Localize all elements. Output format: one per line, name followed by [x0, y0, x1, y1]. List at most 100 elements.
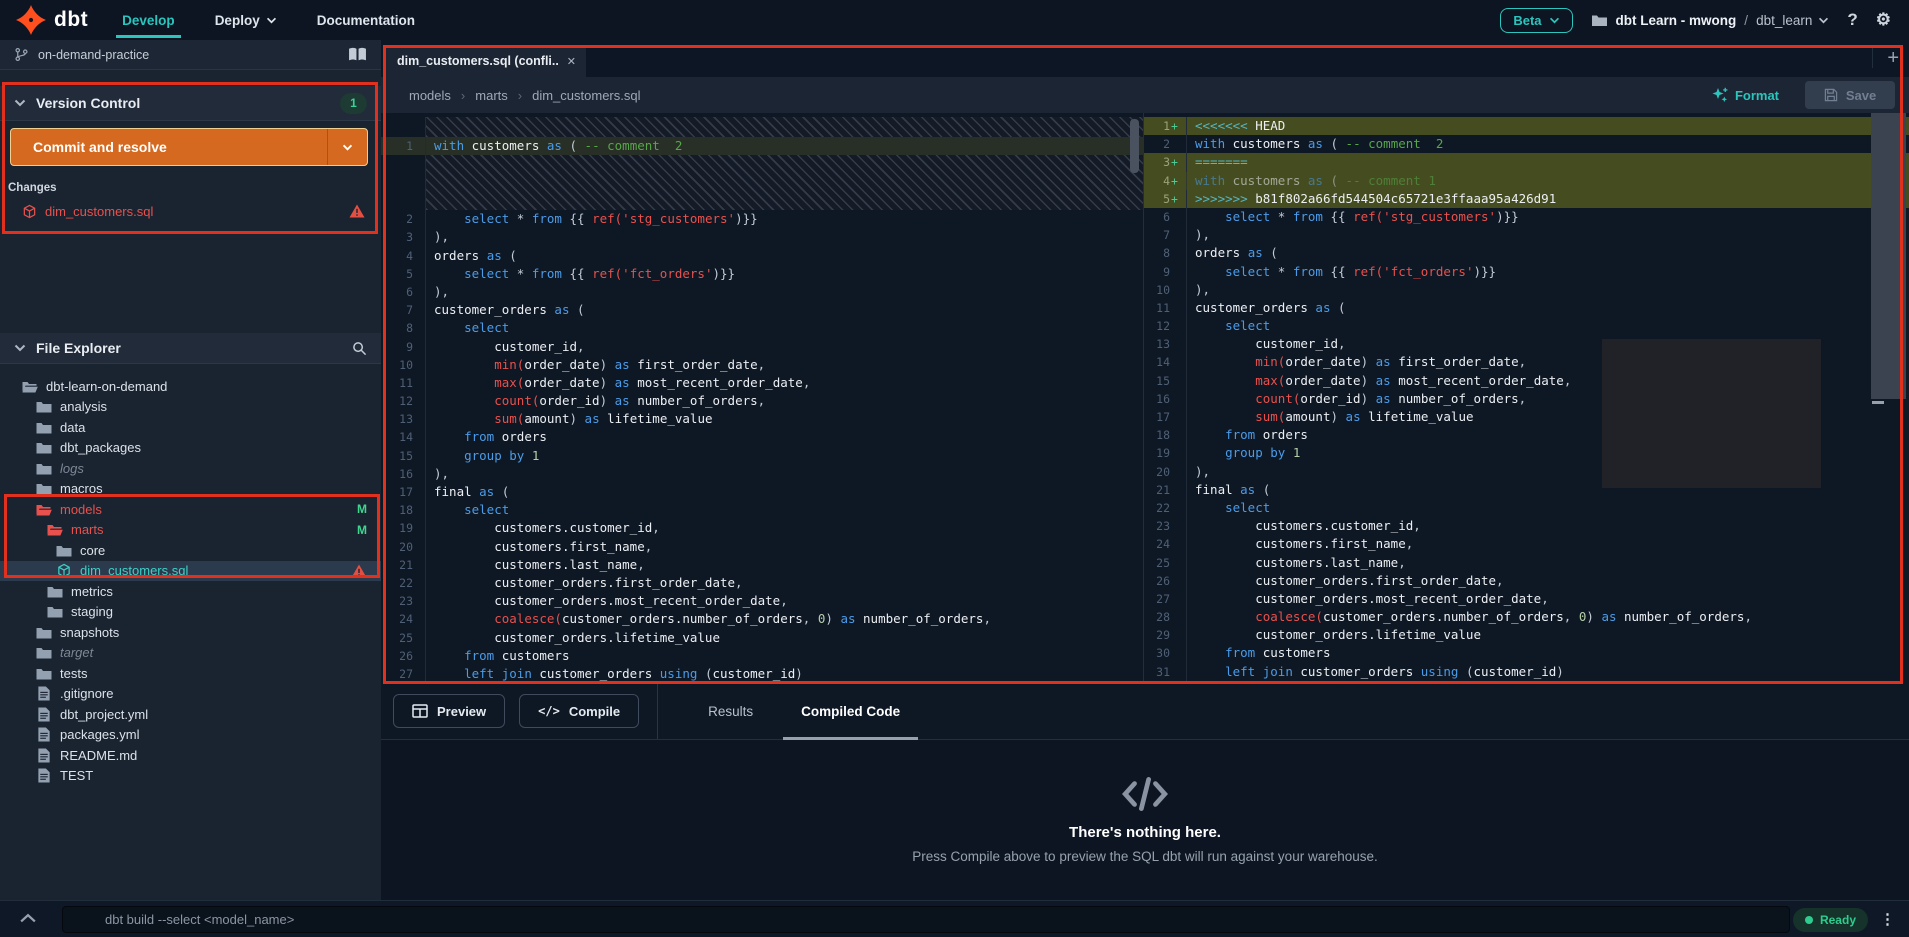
- tree-item-dbt-packages[interactable]: dbt_packages: [0, 438, 381, 459]
- editor-left-pane[interactable]: 1 with customers as ( -- comment 2 2 selec…: [381, 113, 1143, 683]
- tree-item-test[interactable]: TEST: [0, 766, 381, 787]
- editor-tab-dim-customers[interactable]: dim_customers.sql (confli... ✕: [384, 45, 586, 77]
- code-line-2[interactable]: 2 select * from {{ ref('stg_customers')}…: [381, 210, 1143, 229]
- commit-options-caret[interactable]: [327, 129, 367, 165]
- code-line-3[interactable]: 3),: [381, 228, 1143, 247]
- tree-item-analysis[interactable]: analysis: [0, 397, 381, 418]
- version-control-header[interactable]: Version Control 1: [0, 86, 381, 120]
- code-line-7[interactable]: 7 customer_orders as (: [381, 301, 1143, 320]
- tree-item-snapshots[interactable]: snapshots: [0, 622, 381, 643]
- dbt-logo[interactable]: dbt: [0, 5, 102, 35]
- code-line-20[interactable]: 20 customers.first_name,: [381, 537, 1143, 556]
- code-line-15[interactable]: 15 group by 1: [381, 446, 1143, 465]
- tree-item-core[interactable]: core: [0, 540, 381, 561]
- changed-file-row[interactable]: dim_customers.sql: [0, 200, 381, 222]
- breadcrumb-file[interactable]: dim_customers.sql: [532, 88, 640, 103]
- code-line-30[interactable]: 30 from customers: [1144, 644, 1909, 663]
- environment-selector[interactable]: dbt_learn: [1756, 13, 1829, 28]
- code-line-9[interactable]: 9 customer_id,: [381, 337, 1143, 356]
- nav-deploy[interactable]: Deploy: [195, 0, 297, 40]
- tree-item-dbt-project-yml[interactable]: dbt_project.yml: [0, 704, 381, 725]
- tree-item-dbt-learn-on-demand[interactable]: dbt-learn-on-demand: [0, 376, 381, 397]
- code-line-10[interactable]: 10 min(order_date) as first_order_date,: [381, 355, 1143, 374]
- code-line-16[interactable]: 16),: [381, 464, 1143, 483]
- help-button[interactable]: ?: [1847, 10, 1857, 30]
- code-line-22[interactable]: 22 select: [1144, 498, 1909, 518]
- tree-item-macros[interactable]: macros: [0, 479, 381, 500]
- git-branch-row[interactable]: on-demand-practice: [0, 40, 381, 70]
- code-line-24[interactable]: 24 coalesce(customer_orders.number_of_or…: [381, 610, 1143, 629]
- tree-item--gitignore[interactable]: .gitignore: [0, 684, 381, 705]
- tree-item-packages-yml[interactable]: packages.yml: [0, 725, 381, 746]
- code-line-14[interactable]: 14 from orders: [381, 428, 1143, 447]
- code-line-4[interactable]: 4 + with customers as ( -- comment 1: [1144, 171, 1909, 190]
- command-input[interactable]: [62, 906, 1790, 933]
- code-line-19[interactable]: 19 customers.customer_id,: [381, 519, 1143, 538]
- code-line-7[interactable]: 7),: [1144, 226, 1909, 245]
- code-line-8[interactable]: 8 orders as (: [1144, 244, 1909, 263]
- code-line-27[interactable]: 27 left join customer_orders using (cust…: [381, 664, 1143, 683]
- code-line-17[interactable]: 17 final as (: [381, 483, 1143, 502]
- tree-item-data[interactable]: data: [0, 417, 381, 438]
- left-pane-scrollbar-thumb[interactable]: [1130, 119, 1139, 173]
- code-line-5[interactable]: 5 select * from {{ ref('fct_orders')}}: [381, 264, 1143, 283]
- chevron-up-icon[interactable]: [20, 913, 36, 923]
- commit-button-label[interactable]: Commit and resolve: [11, 129, 327, 165]
- editor-scrollbar-thumb[interactable]: [1871, 113, 1906, 399]
- docs-book-icon[interactable]: [348, 47, 367, 62]
- code-line-28[interactable]: 28 coalesce(customer_orders.number_of_or…: [1144, 608, 1909, 627]
- tree-item-readme-md[interactable]: README.md: [0, 745, 381, 766]
- nav-documentation[interactable]: Documentation: [297, 0, 435, 40]
- code-line-12[interactable]: 12 count(order_id) as number_of_orders,: [381, 392, 1143, 411]
- kebab-menu-icon[interactable]: ⋮: [1880, 910, 1895, 929]
- tree-item-target[interactable]: target: [0, 643, 381, 664]
- code-line-8[interactable]: 8 select: [381, 319, 1143, 338]
- close-tab-icon[interactable]: ✕: [567, 55, 576, 68]
- tab-compiled-code[interactable]: Compiled Code: [783, 683, 919, 740]
- save-button[interactable]: Save: [1805, 81, 1895, 109]
- code-line-9[interactable]: 9 select * from {{ ref('fct_orders')}}: [1144, 262, 1909, 281]
- account-project-selector[interactable]: dbt Learn - mwong / dbt_learn: [1591, 13, 1830, 28]
- code-line-2[interactable]: 2 with customers as ( -- comment 2: [1144, 135, 1909, 154]
- code-line-21[interactable]: 21 customers.last_name,: [381, 555, 1143, 574]
- code-line-1[interactable]: 1 with customers as ( -- comment 2: [381, 137, 1143, 156]
- code-line-3[interactable]: 3 + =======: [1144, 153, 1909, 172]
- code-line-18[interactable]: 18 select: [381, 501, 1143, 520]
- new-tab-button[interactable]: +: [1872, 48, 1899, 68]
- code-line-22[interactable]: 22 customer_orders.first_order_date,: [381, 573, 1143, 593]
- code-line-26[interactable]: 26 from customers: [381, 646, 1143, 665]
- code-line-29[interactable]: 29 customer_orders.lifetime_value: [1144, 626, 1909, 645]
- code-line-25[interactable]: 25 customer_orders.lifetime_value: [381, 628, 1143, 647]
- breadcrumb-marts[interactable]: marts: [475, 88, 508, 103]
- file-explorer-header[interactable]: File Explorer: [0, 333, 381, 363]
- code-line-27[interactable]: 27 customer_orders.most_recent_order_dat…: [1144, 589, 1909, 609]
- code-line-23[interactable]: 23 customer_orders.most_recent_order_dat…: [381, 592, 1143, 611]
- code-line-11[interactable]: 11 customer_orders as (: [1144, 298, 1909, 318]
- code-line-25[interactable]: 25 customers.last_name,: [1144, 553, 1909, 572]
- code-line-26[interactable]: 26 customer_orders.first_order_date,: [1144, 571, 1909, 590]
- tree-item-metrics[interactable]: metrics: [0, 581, 381, 602]
- breadcrumb-models[interactable]: models: [409, 88, 451, 103]
- settings-gear-icon[interactable]: ⚙: [1876, 10, 1891, 30]
- tree-item-tests[interactable]: tests: [0, 663, 381, 684]
- code-line-12[interactable]: 12 select: [1144, 317, 1909, 336]
- code-line-6[interactable]: 6 select * from {{ ref('stg_customers')}…: [1144, 207, 1909, 227]
- tree-item-staging[interactable]: staging: [0, 602, 381, 623]
- code-line-1[interactable]: 1 + <<<<<<< HEAD: [1144, 117, 1909, 136]
- code-line-13[interactable]: 13 sum(amount) as lifetime_value: [381, 410, 1143, 429]
- code-line-5[interactable]: 5 + >>>>>>> b81f802a66fd544504c65721e3ffaa…: [1144, 189, 1909, 208]
- tree-item-dim-customers-sql[interactable]: dim_customers.sql: [0, 560, 381, 581]
- preview-button[interactable]: Preview: [393, 694, 506, 728]
- compile-button[interactable]: </> Compile: [519, 694, 640, 728]
- code-line-6[interactable]: 6),: [381, 282, 1143, 302]
- code-line-24[interactable]: 24 customers.first_name,: [1144, 535, 1909, 554]
- code-line-11[interactable]: 11 max(order_date) as most_recent_order_…: [381, 373, 1143, 393]
- tree-item-models[interactable]: models M: [0, 499, 381, 520]
- code-line-10[interactable]: 10),: [1144, 280, 1909, 299]
- tree-item-logs[interactable]: logs: [0, 458, 381, 479]
- code-line-4[interactable]: 4 orders as (: [381, 246, 1143, 265]
- commit-and-resolve-button[interactable]: Commit and resolve: [10, 128, 368, 166]
- code-line-31[interactable]: 31 left join customer_orders using (cust…: [1144, 662, 1909, 681]
- nav-develop[interactable]: Develop: [102, 0, 195, 40]
- tree-item-marts[interactable]: marts M: [0, 520, 381, 541]
